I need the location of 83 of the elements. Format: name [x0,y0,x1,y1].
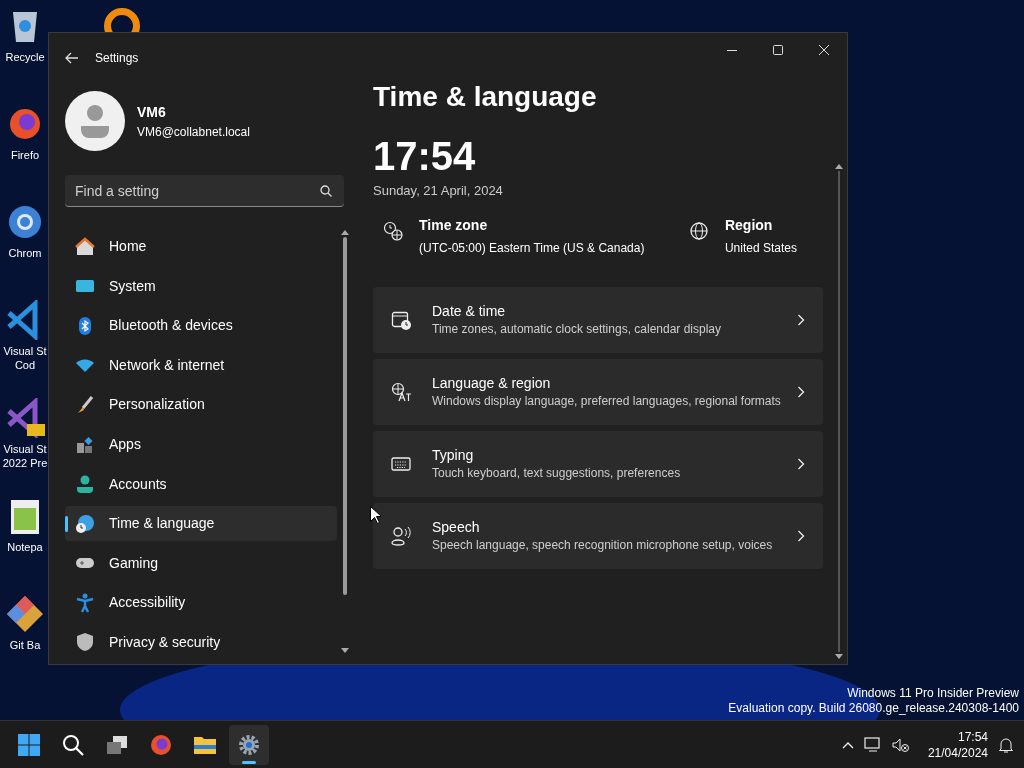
nav-item[interactable]: Bluetooth & devices [65,308,337,344]
chevron-right-icon [797,385,805,398]
desktop-icon-label[interactable]: Notepa [1,540,49,554]
user-name: VM6 [137,102,167,122]
globe-clock-icon [75,513,95,534]
close-icon [819,45,829,55]
chevron-up-icon[interactable] [841,740,854,749]
scroll-up-arrow-icon[interactable] [341,229,349,235]
card-description: Speech language, speech recognition microphone setup, voices [432,537,774,553]
person-silhouette-icon [80,104,110,138]
evaluation-notice: Windows 11 Pro Insider Preview [847,686,1019,701]
nav-item[interactable]: System [65,268,337,305]
scroll-down-arrow-icon[interactable] [835,654,843,660]
maximize-icon [773,45,783,55]
card-title: Date & time [432,302,507,320]
nav-item[interactable]: Accessibility [65,584,337,621]
settings-card[interactable]: Language & region Windows display language, preferred languages, regional formats [373,358,823,425]
calendar-clock-icon [391,309,411,330]
desktop-icon-label[interactable]: Chrom [1,246,49,260]
desktop-icon-label[interactable]: Git Ba [1,638,49,652]
info-value: (UTC-05:00) Eastern Time (US & Canada) [419,239,645,257]
tray-time[interactable]: 17:54 [957,728,988,745]
user-email: VM6@collabnet.local [137,123,250,141]
settings-card[interactable]: Date & time Time zones, automatic clock settings, calendar display [373,286,823,353]
nav-item[interactable]: Time & language [65,505,337,542]
notification-bell-icon[interactable] [998,736,1014,753]
card-description: Time zones, automatic clock settings, calendar display [432,321,723,337]
taskbar-button[interactable] [229,724,269,765]
desktop-icon-label[interactable]: Visual St 2022 Pre [1,442,49,470]
back-arrow-icon [65,52,79,64]
window-title: Settings [95,50,139,67]
windows-logo-icon [17,732,41,757]
nav-item[interactable]: Home [65,229,337,265]
search-icon [320,185,332,197]
card-title: Speech [432,518,481,536]
current-date: Sunday, 21 April, 2024 [373,182,504,200]
network-icon[interactable] [863,736,882,753]
info-label: Time zone [419,215,489,235]
scroll-down-arrow-icon[interactable] [341,648,349,654]
card-description: Touch keyboard, text suggestions, preferences [432,465,682,481]
globe-icon [688,220,709,241]
nav-item[interactable]: Apps [65,426,337,463]
gear-icon [237,732,261,757]
desktop-icon-label[interactable]: Recycle [1,50,49,64]
clock-globe-icon [383,220,403,241]
chevron-right-icon [797,457,805,470]
nav-item[interactable]: Personalization [65,387,337,423]
search-icon [61,732,85,757]
shield-icon [75,632,95,653]
info-label: Region [724,215,774,235]
card-title: Language & region [432,374,552,392]
settings-card[interactable]: Typing Touch keyboard, text suggestions, preferences [373,430,823,497]
page-title: Time & language [373,80,598,114]
nav-item[interactable]: Network & internet [65,347,337,384]
scroll-up-arrow-icon[interactable] [835,163,843,169]
nav-item[interactable]: Accounts [65,466,337,502]
minimize-icon [727,49,737,51]
muted-speaker-icon[interactable] [891,736,910,753]
accessibility-figure-icon [75,592,95,613]
mouse-cursor-icon [370,506,381,524]
diamond-tiles-icon[interactable] [5,594,45,634]
person-icon [75,474,95,495]
desktop-icon-label[interactable]: Visual St Cod [1,344,49,372]
fox-globe-icon [149,732,173,757]
desktop-icon-label[interactable]: Firefo [1,148,49,162]
nav-item[interactable]: Privacy & security [65,624,337,660]
card-description: Windows display language, preferred languages, regional formats [432,393,782,409]
language-icon [391,381,411,402]
settings-card[interactable]: Speech Speech language, speech recognition microphone setup, voices [373,502,823,569]
chevron-right-icon [797,313,805,326]
house-icon [75,236,95,257]
tray-date[interactable]: 21/04/2024 [927,744,988,761]
search-field[interactable]: Find a setting [65,175,344,207]
clock-time: 17:54 [373,133,477,179]
app-tiles-icon [75,434,95,455]
evaluation-notice: Evaluation copy. Build 26080.ge_release.240308-1400 [728,701,1019,716]
card-title: Typing [432,446,475,464]
speaking-person-icon [391,525,411,546]
chevron-right-icon [797,529,805,542]
info-value: United States [724,239,797,257]
ribbon-logo-icon[interactable] [5,398,45,438]
nav-item[interactable]: Gaming [65,545,337,581]
paint-brush-icon [75,394,95,415]
